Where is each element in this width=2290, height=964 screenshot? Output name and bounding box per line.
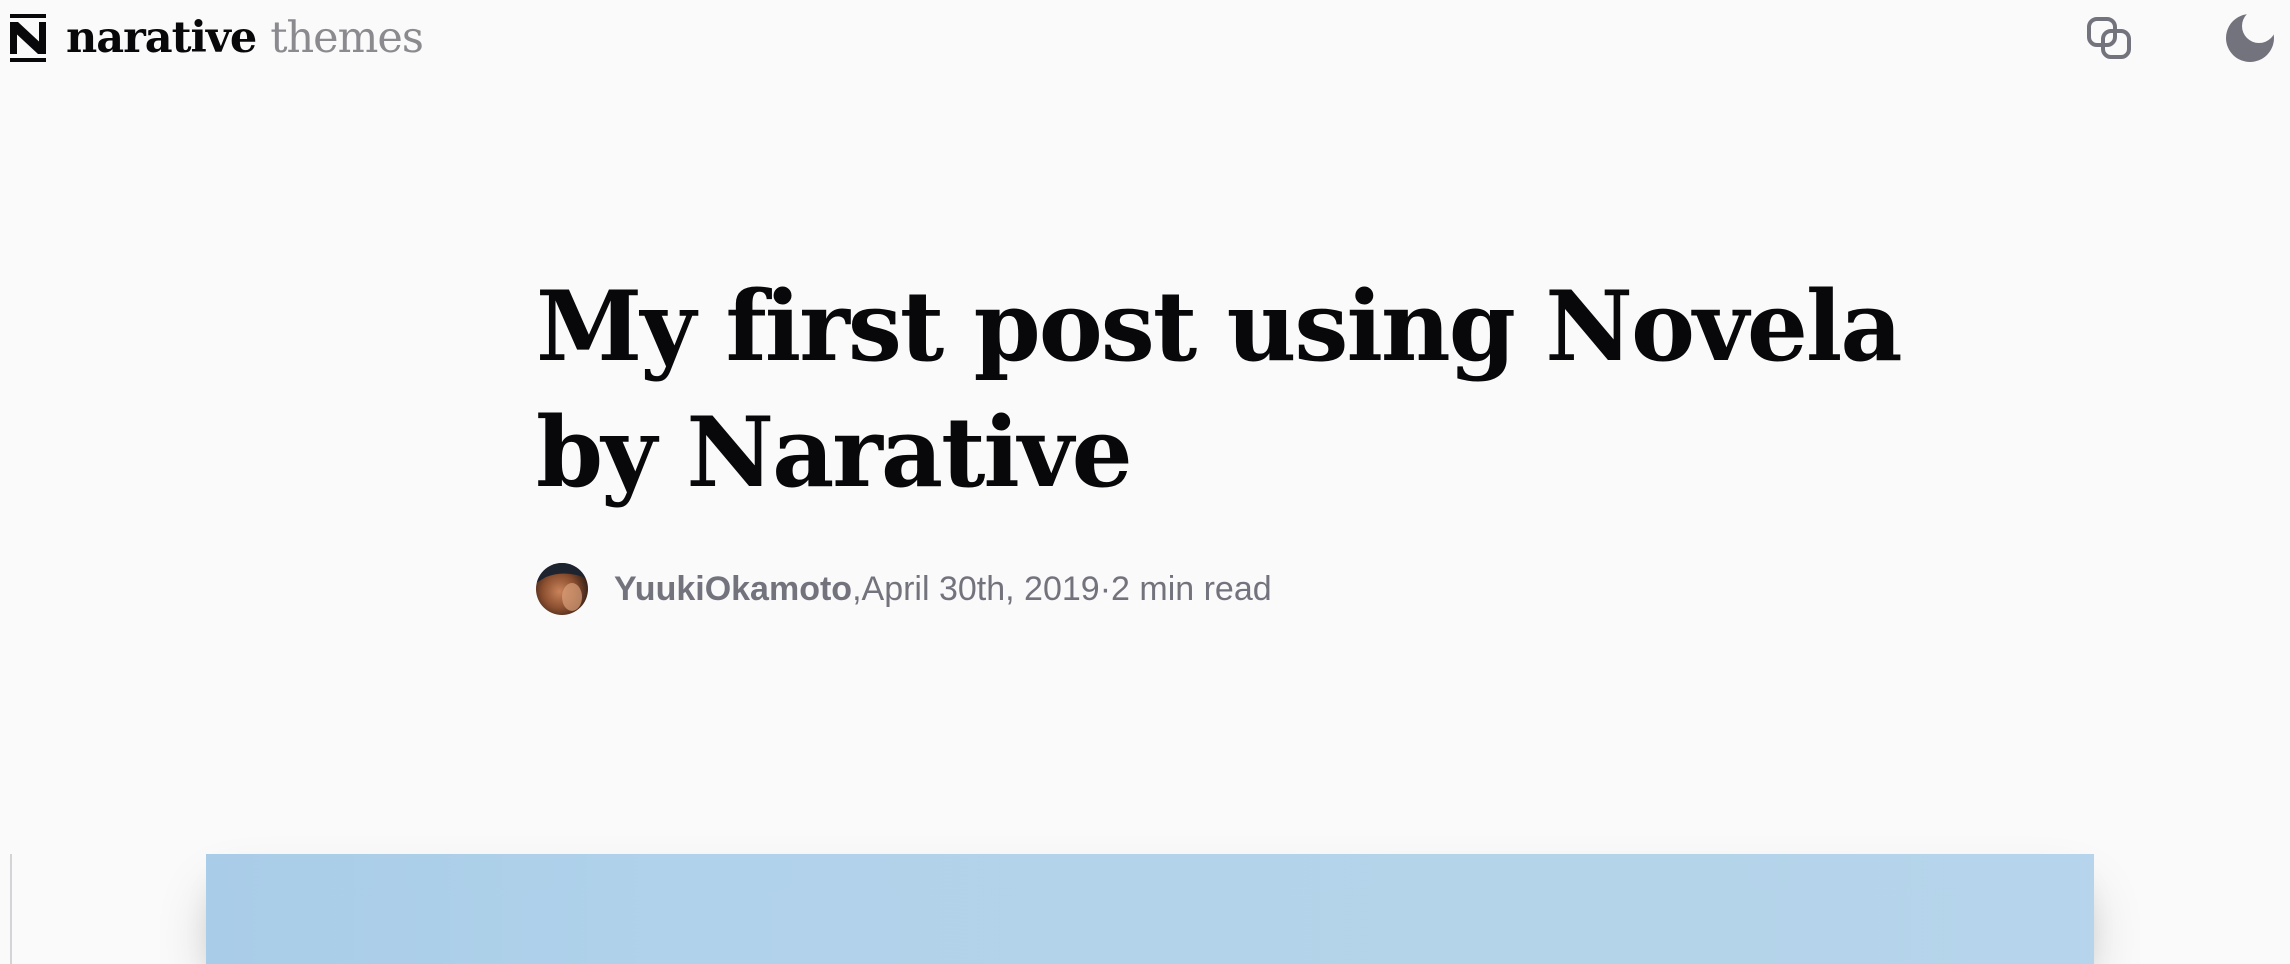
author-avatar[interactable]	[536, 563, 588, 615]
logo-subtext: themes	[270, 12, 424, 63]
site-header: narative themes	[0, 0, 2290, 80]
copy-link-icon	[2087, 17, 2131, 59]
narative-logo-icon	[10, 14, 46, 62]
copy-link-button[interactable]	[2080, 10, 2140, 66]
progress-rail	[10, 854, 12, 964]
theme-toggle-button[interactable]	[2220, 10, 2280, 66]
moon-icon	[2226, 14, 2274, 62]
post-date: April 30th, 2019	[861, 569, 1100, 608]
logo-link[interactable]: narative themes	[10, 10, 424, 66]
logo-wordmark: narative	[66, 12, 257, 63]
hero-image	[206, 854, 2094, 964]
article-byline: YuukiOkamoto, April 30th, 2019 · 2 min r…	[536, 562, 1272, 616]
byline-dot: ·	[1099, 569, 1112, 608]
author-name[interactable]: YuukiOkamoto	[614, 570, 852, 609]
post-title: My first post using Novela by Narative	[536, 270, 1903, 509]
byline-separator: ,	[852, 569, 862, 608]
reading-time: 2 min read	[1111, 569, 1272, 608]
hero-image-container	[206, 854, 2094, 964]
article-hero: My first post using Novela by Narative	[536, 264, 1916, 516]
